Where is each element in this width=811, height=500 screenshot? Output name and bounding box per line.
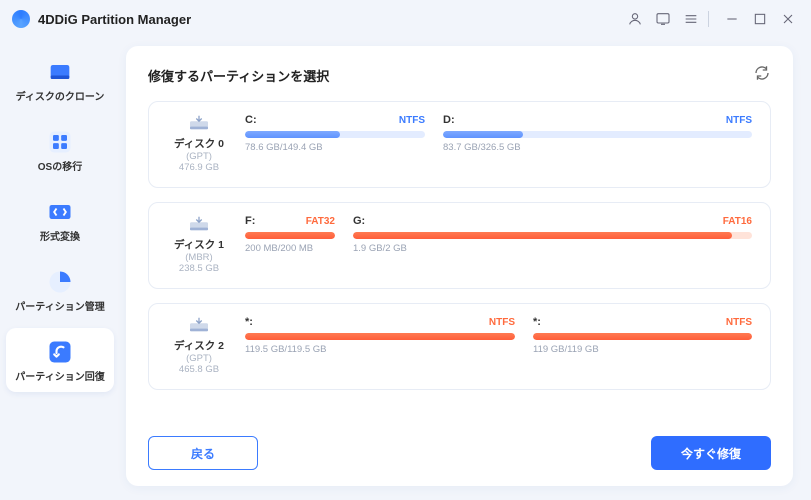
account-icon[interactable]: [624, 8, 646, 30]
disk-card[interactable]: ディスク 2(GPT)465.8 GB *: NTFS 119.5 GB/119.5 …: [148, 303, 771, 390]
disk-list: ディスク 0(GPT)476.9 GBC:NTFS78.6 GB/149.4 G…: [148, 101, 771, 422]
partition[interactable]: *: NTFS 119 GB/119 GB: [533, 316, 752, 375]
usage-bar: [245, 333, 515, 340]
app-title: 4DDiG Partition Manager: [38, 12, 191, 27]
sidebar-item-label: OSの移行: [38, 162, 82, 174]
disk-info: ディスク 0(GPT)476.9 GB: [167, 114, 231, 173]
repair-button[interactable]: 今すぐ修復: [651, 436, 771, 470]
partition[interactable]: G: FAT16 1.9 GB/2 GB: [353, 215, 752, 274]
sidebar-item-label: パーティション管理: [15, 302, 104, 314]
minimize-icon[interactable]: [721, 8, 743, 30]
sidebar-item-label: 形式変換: [40, 232, 80, 244]
disk-info: ディスク 1(MBR)238.5 GB: [167, 215, 231, 274]
usage-bar: [353, 232, 752, 239]
disk-icon: [188, 114, 210, 132]
sidebar-item-label: ディスクのクローン: [16, 92, 105, 104]
partition-letter: *:: [533, 316, 541, 328]
usage-bar: [245, 232, 335, 239]
partition-letter: *:: [245, 316, 253, 328]
app-logo-icon: [12, 10, 30, 28]
sidebar-item-label: パーティション回復: [15, 372, 104, 384]
partition-fs: NTFS: [399, 115, 425, 126]
partition-usage: 200 MB/200 MB: [245, 243, 335, 254]
sidebar-icon-0: [46, 58, 74, 86]
back-button[interactable]: 戻る: [148, 436, 258, 470]
disk-scheme: (GPT): [186, 151, 212, 162]
disk-name: ディスク 0: [174, 136, 224, 151]
partition-letter: C:: [245, 114, 257, 126]
disk-icon: [188, 215, 210, 233]
sidebar-item-3[interactable]: パーティション管理: [6, 258, 114, 322]
disk-size: 465.8 GB: [179, 364, 219, 375]
partition[interactable]: F: FAT32 200 MB/200 MB: [245, 215, 335, 274]
sidebar-icon-3: [46, 268, 74, 296]
usage-bar: [533, 333, 752, 340]
titlebar: 4DDiG Partition Manager: [0, 0, 811, 38]
refresh-icon[interactable]: [753, 64, 771, 87]
partition[interactable]: C: NTFS 78.6 GB/149.4 GB: [245, 114, 425, 173]
partition[interactable]: *: NTFS 119.5 GB/119.5 GB: [245, 316, 515, 375]
sidebar-item-4[interactable]: パーティション回復: [6, 328, 114, 392]
sidebar-item-0[interactable]: ディスクのクローン: [6, 48, 114, 112]
footer: 戻る 今すぐ修復: [148, 436, 771, 470]
divider: [708, 11, 709, 27]
disk-card[interactable]: ディスク 0(GPT)476.9 GB C: NTFS 78.6 GB/149.4 G…: [148, 101, 771, 188]
disk-name: ディスク 2: [174, 338, 224, 353]
partition-fs: NTFS: [726, 115, 752, 126]
sidebar-icon-4: [46, 338, 74, 366]
disk-icon: [188, 316, 210, 334]
partition[interactable]: D: NTFS 83.7 GB/326.5 GB: [443, 114, 752, 173]
maximize-icon[interactable]: [749, 8, 771, 30]
partition-usage: 119.5 GB/119.5 GB: [245, 344, 515, 355]
partition-fs: NTFS: [489, 317, 515, 328]
sidebar-item-1[interactable]: OSの移行: [6, 118, 114, 182]
partition-fs: NTFS: [726, 317, 752, 328]
disk-size: 476.9 GB: [179, 162, 219, 173]
menu-icon[interactable]: [680, 8, 702, 30]
close-icon[interactable]: [777, 8, 799, 30]
disk-info: ディスク 2(GPT)465.8 GB: [167, 316, 231, 375]
usage-bar: [245, 131, 425, 138]
partition-usage: 83.7 GB/326.5 GB: [443, 142, 752, 153]
disk-scheme: (MBR): [185, 252, 212, 263]
partition-usage: 119 GB/119 GB: [533, 344, 752, 355]
partition-fs: FAT16: [723, 216, 752, 227]
disk-size: 238.5 GB: [179, 263, 219, 274]
disk-scheme: (GPT): [186, 353, 212, 364]
partition-letter: G:: [353, 215, 365, 227]
partition-usage: 78.6 GB/149.4 GB: [245, 142, 425, 153]
sidebar-icon-2: [46, 198, 74, 226]
feedback-icon[interactable]: [652, 8, 674, 30]
sidebar: ディスクのクローン OSの移行形式変換パーティション管理パーティション回復: [0, 38, 120, 500]
sidebar-icon-1: [46, 128, 74, 156]
partition-fs: FAT32: [306, 216, 335, 227]
sidebar-item-2[interactable]: 形式変換: [6, 188, 114, 252]
disk-name: ディスク 1: [174, 237, 224, 252]
partition-letter: F:: [245, 215, 255, 227]
disk-card[interactable]: ディスク 1(MBR)238.5 GB F: FAT32 200 MB/200 MB G…: [148, 202, 771, 289]
main-panel: 修復するパーティションを選択 ディスク 0(GPT)476.9 GBC:NTFS…: [126, 46, 793, 486]
partition-letter: D:: [443, 114, 455, 126]
panel-title: 修復するパーティションを選択: [148, 66, 329, 85]
usage-bar: [443, 131, 752, 138]
partition-usage: 1.9 GB/2 GB: [353, 243, 752, 254]
